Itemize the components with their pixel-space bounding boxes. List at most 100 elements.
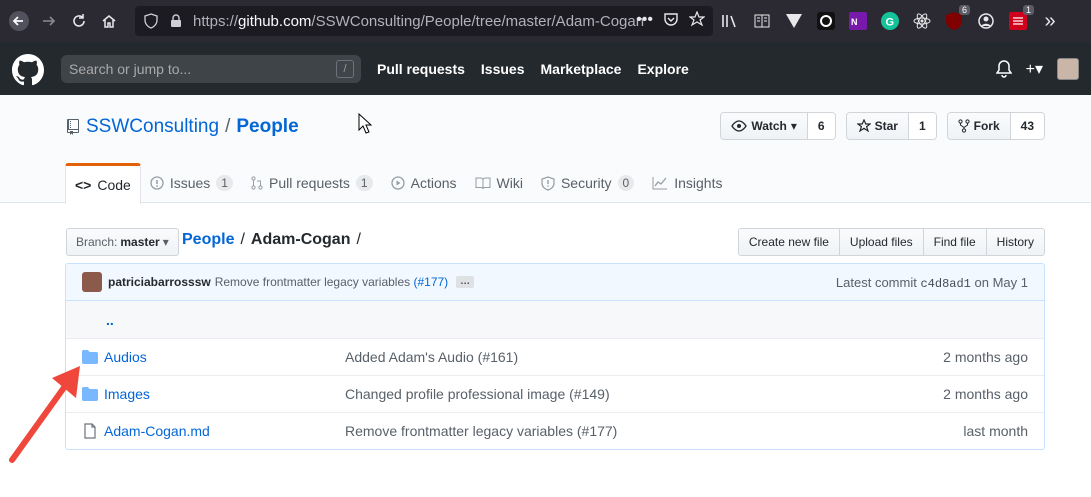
tab-pull-requests[interactable]: Pull requests 1 — [242, 163, 382, 203]
fork-count[interactable]: 43 — [1010, 113, 1044, 139]
page-actions-menu-icon[interactable]: ••• — [636, 11, 653, 29]
history-button[interactable]: History — [985, 229, 1044, 255]
tracking-shield-icon[interactable] — [143, 13, 159, 29]
tab-wiki[interactable]: Wiki — [466, 163, 532, 203]
file-table: patriciabarrosssw Remove frontmatter leg… — [65, 263, 1045, 450]
file-commit-message[interactable]: Remove frontmatter legacy variables (#17… — [345, 423, 617, 439]
file-name-link[interactable]: Audios — [104, 349, 147, 365]
file-age: 2 months ago — [943, 349, 1028, 365]
file-navigation: Branch: master ▾ People / Adam-Cogan / C… — [66, 228, 1045, 256]
bookmark-star-icon[interactable] — [689, 11, 705, 27]
pull-request-icon — [251, 176, 263, 190]
github-logo-icon[interactable] — [12, 54, 44, 86]
svg-text:G: G — [886, 17, 895, 29]
commit-author-avatar[interactable] — [82, 272, 102, 292]
play-icon — [390, 176, 405, 190]
watch-label: Watch — [751, 119, 787, 133]
library-icon[interactable] — [720, 11, 740, 31]
table-row: Images Changed profile professional imag… — [66, 375, 1044, 412]
search-placeholder: Search or jump to... — [69, 61, 192, 77]
repo-owner-link[interactable]: SSWConsulting — [86, 116, 219, 138]
star-icon — [856, 119, 871, 133]
tab-counter: 1 — [355, 175, 373, 191]
branch-prefix: Branch: — [76, 235, 118, 249]
tab-label: Actions — [410, 175, 457, 191]
todoist-badge: 1 — [1022, 5, 1034, 15]
repo-name-link[interactable]: People — [236, 116, 298, 138]
file-name-link[interactable]: Adam-Cogan.md — [104, 423, 210, 439]
pocket-icon[interactable] — [663, 11, 679, 27]
commit-message[interactable]: Remove frontmatter legacy variables (#17… — [215, 275, 448, 289]
branch-select-button[interactable]: Branch: master ▾ — [66, 228, 179, 256]
user-avatar-dropdown[interactable] — [1057, 57, 1079, 80]
tab-code[interactable]: <> Code — [65, 163, 141, 204]
parent-directory-row[interactable]: .. — [66, 301, 1044, 338]
tab-label: Wiki — [496, 175, 523, 191]
breadcrumb-current: Adam-Cogan — [250, 231, 351, 248]
code-icon: <> — [75, 177, 92, 193]
star-button[interactable]: Star — [846, 113, 909, 139]
overflow-menu-icon[interactable]: » — [1040, 10, 1060, 32]
tab-actions[interactable]: Actions — [382, 163, 466, 203]
url-host: github.com — [238, 12, 312, 30]
vue-devtools-icon[interactable] — [784, 11, 804, 31]
nav-marketplace[interactable]: Marketplace — [541, 61, 622, 77]
commit-author-link[interactable]: patriciabarrosssw — [108, 275, 211, 289]
account-icon[interactable] — [976, 11, 996, 31]
tab-insights[interactable]: Insights — [643, 163, 731, 203]
tab-label: Issues — [169, 175, 211, 191]
create-new-file-button[interactable]: Create new file — [738, 229, 839, 255]
parent-directory-link[interactable]: .. — [106, 312, 114, 328]
find-file-button[interactable]: Find file — [922, 229, 986, 255]
breadcrumb-root-link[interactable]: People — [182, 231, 234, 249]
commit-sha-link[interactable]: c4d8ad1 — [920, 277, 970, 291]
create-new-dropdown[interactable]: +▾ — [1026, 59, 1043, 79]
url-bar[interactable]: https://github.com/SSWConsulting/People/… — [135, 6, 713, 36]
search-input[interactable]: Search or jump to... / — [61, 55, 361, 83]
fork-button[interactable]: Fork — [947, 113, 1011, 139]
tab-counter: 1 — [216, 175, 233, 191]
commit-issue-link[interactable]: (#177) — [413, 275, 448, 289]
tab-security[interactable]: Security 0 — [532, 163, 643, 203]
github-header: Search or jump to... / Pull requests Iss… — [0, 42, 1091, 95]
url-actions: ••• — [636, 11, 705, 29]
ublock-icon[interactable]: 6 — [944, 5, 970, 31]
file-actions: Create new file Upload files Find file H… — [737, 228, 1045, 256]
watch-count[interactable]: 6 — [807, 113, 835, 139]
fork-group: Fork 43 — [946, 112, 1045, 140]
watch-button[interactable]: Watch ▾ — [721, 113, 808, 139]
latest-commit: Latest commit c4d8ad1 on May 1 — [836, 275, 1028, 291]
search-shortcut-hint: / — [336, 60, 354, 78]
reload-button[interactable] — [64, 6, 94, 36]
nav-explore[interactable]: Explore — [637, 61, 688, 77]
reader-view-icon[interactable] — [752, 11, 772, 31]
star-count[interactable]: 1 — [908, 113, 936, 139]
commit-expand-button[interactable]: … — [456, 276, 475, 288]
url-protocol: https:// — [193, 12, 239, 30]
ext-link-icon[interactable] — [816, 11, 836, 31]
table-row: Adam-Cogan.md Remove frontmatter legacy … — [66, 412, 1044, 449]
header-right: +▾ — [995, 42, 1079, 95]
react-devtools-icon[interactable] — [912, 11, 932, 31]
file-name-link[interactable]: Images — [104, 386, 150, 402]
forward-button[interactable] — [34, 6, 64, 36]
file-commit-message[interactable]: Added Adam's Audio (#161) — [345, 349, 518, 365]
file-commit-message[interactable]: Changed profile professional image (#149… — [345, 386, 610, 402]
nav-issues[interactable]: Issues — [481, 61, 525, 77]
home-button[interactable] — [94, 6, 124, 36]
tab-issues[interactable]: Issues 1 — [141, 163, 242, 203]
upload-files-button[interactable]: Upload files — [838, 229, 923, 255]
file-age: last month — [963, 423, 1028, 439]
todoist-icon[interactable]: 1 — [1008, 5, 1034, 31]
notifications-bell-icon[interactable] — [995, 59, 1012, 78]
branch-name: master — [120, 235, 160, 249]
reload-icon — [73, 14, 85, 27]
grammarly-icon[interactable]: G — [880, 11, 900, 31]
back-button[interactable] — [4, 6, 34, 36]
lock-icon[interactable] — [169, 14, 183, 28]
nav-pull-requests[interactable]: Pull requests — [377, 61, 465, 77]
onenote-icon[interactable]: N — [848, 11, 868, 31]
graph-icon — [652, 177, 668, 190]
file-age: 2 months ago — [943, 386, 1028, 402]
star-group: Star 1 — [845, 112, 937, 140]
